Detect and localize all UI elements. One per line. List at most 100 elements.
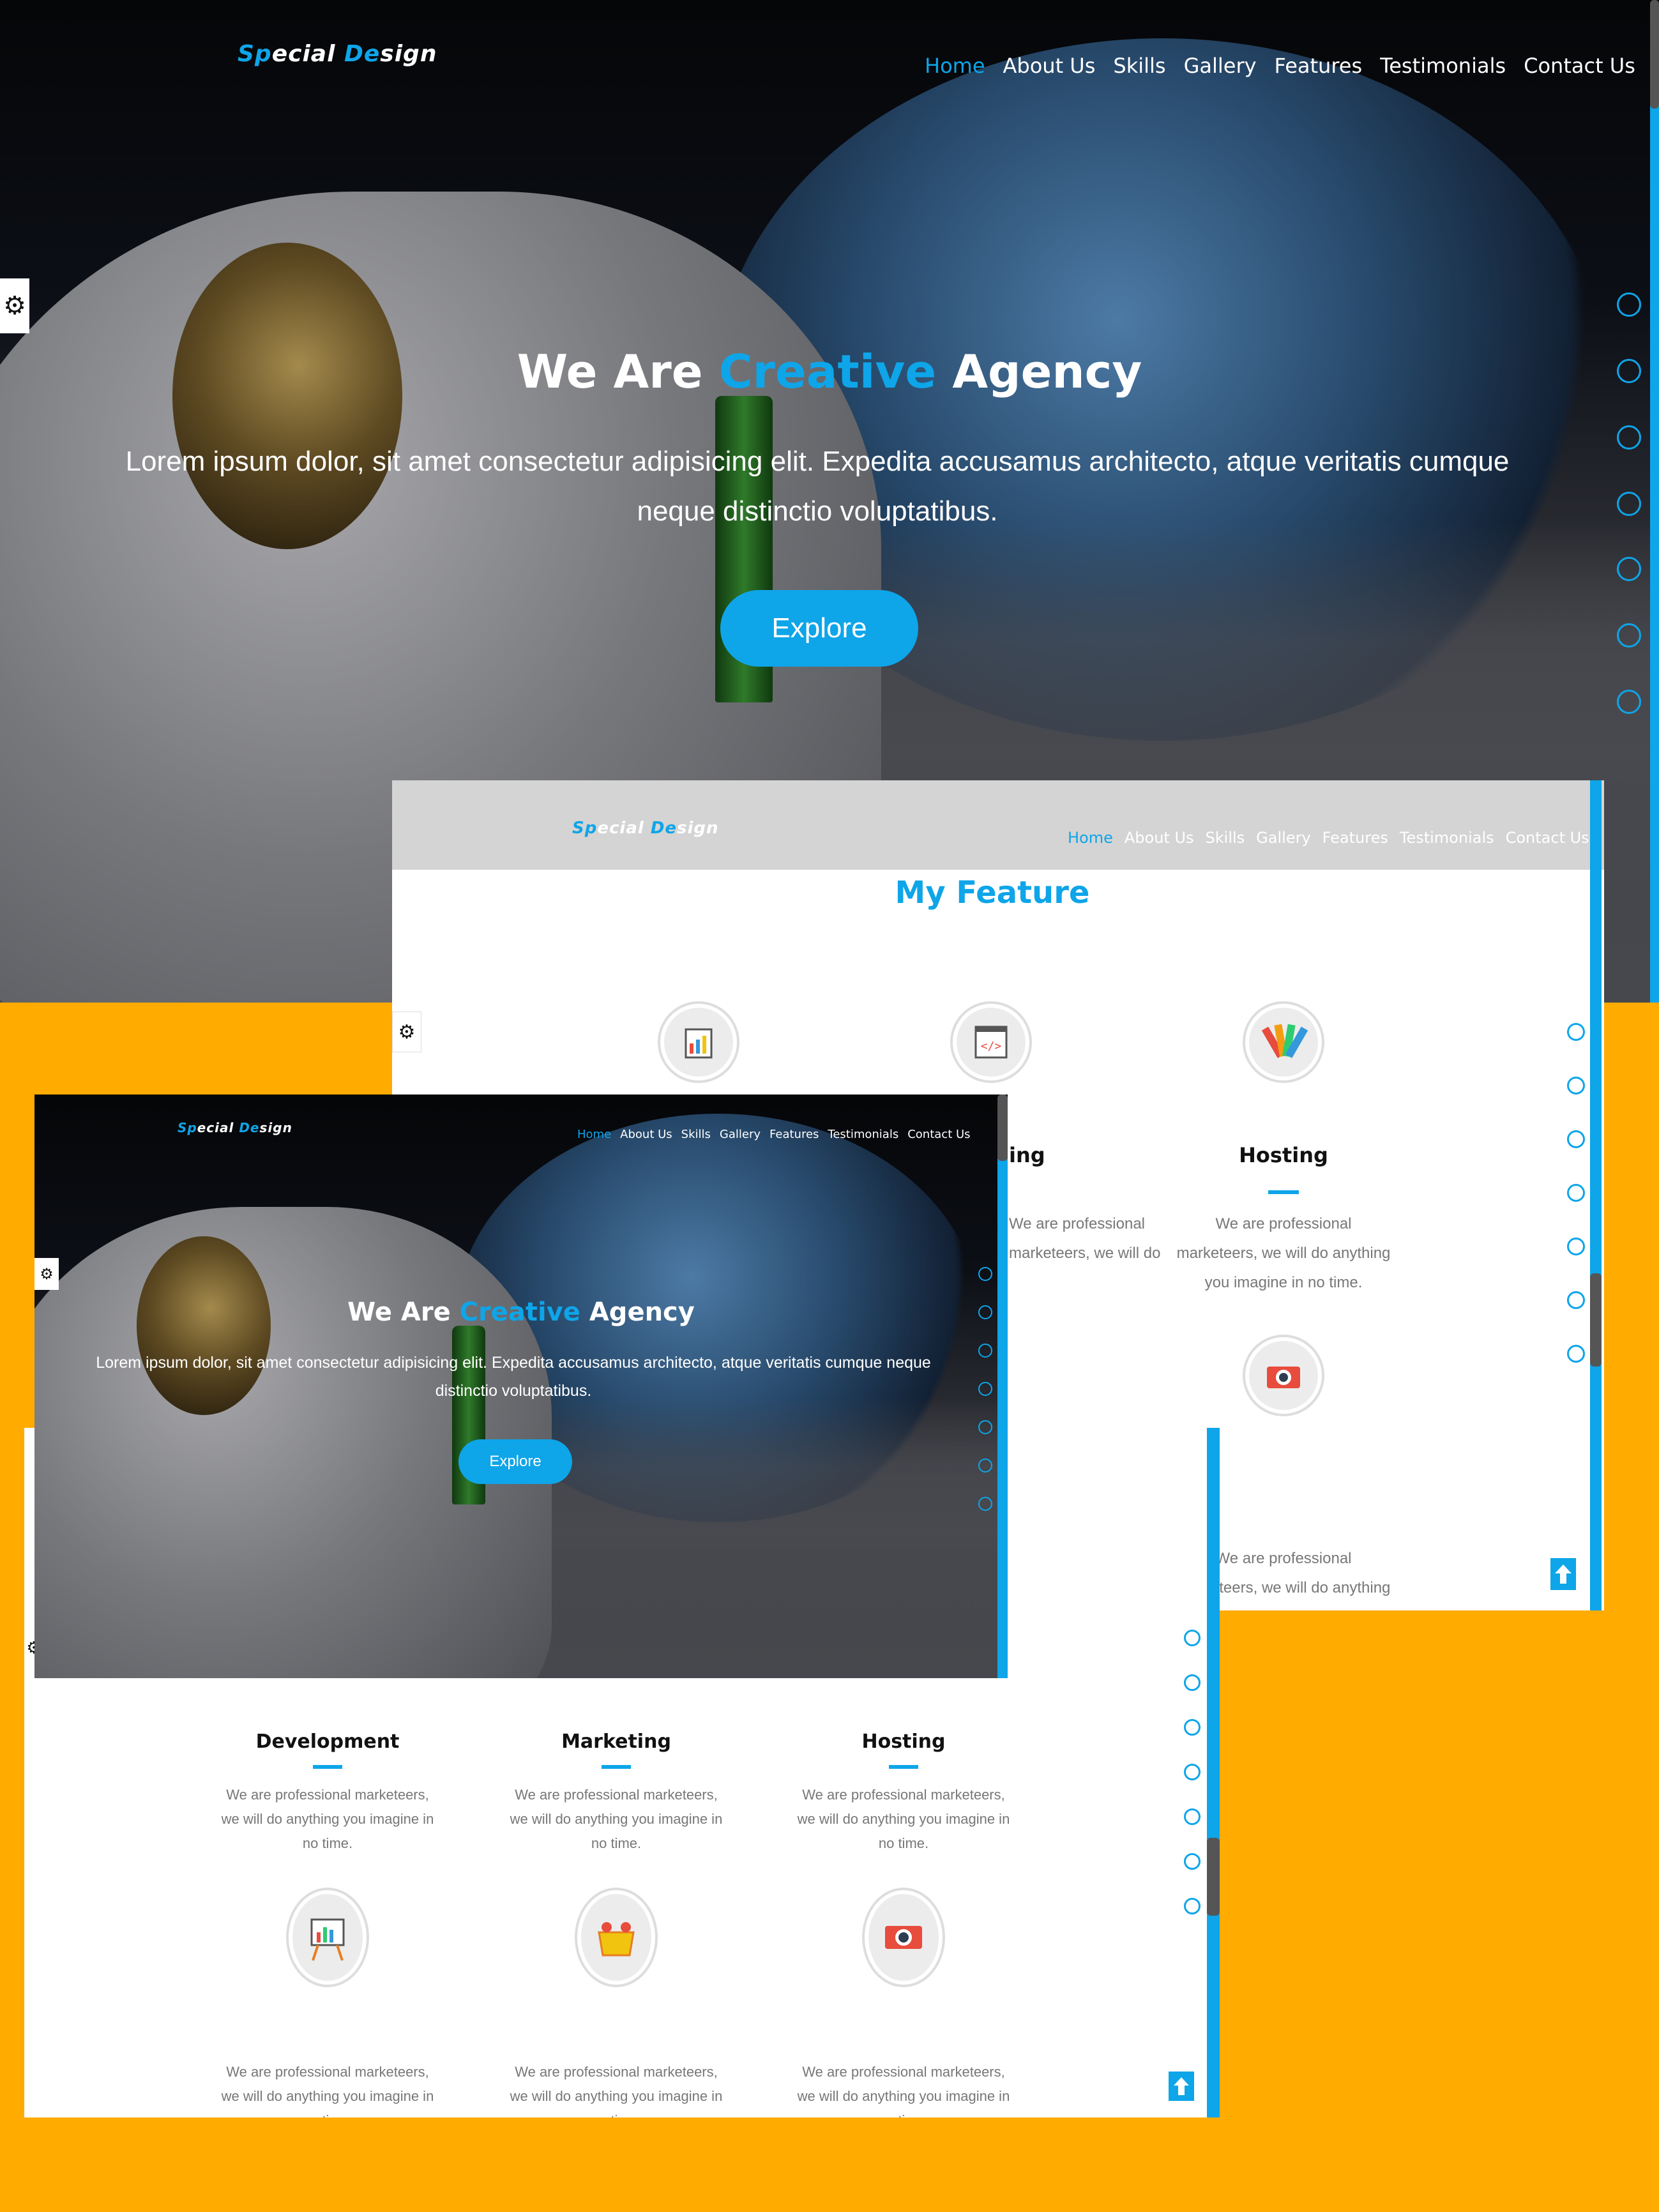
section-bullet-icon[interactable] (1617, 359, 1641, 383)
logo[interactable]: Special Design (178, 1120, 292, 1135)
scrollbar-thumb[interactable] (997, 1095, 1008, 1161)
feature-text: We are professional marketeers, we will … (221, 2064, 434, 2117)
hero-description: Lorem ipsum dolor, sit amet consectetur … (125, 446, 1510, 527)
scrollbar-thumb[interactable] (1650, 0, 1659, 109)
settings-gear-icon[interactable]: ⚙ (392, 1011, 421, 1052)
nav-features[interactable]: Features (1275, 54, 1363, 78)
nav-contact[interactable]: Contact Us (1524, 54, 1635, 78)
logo[interactable]: Special Design (572, 819, 719, 838)
settings-gear-icon[interactable]: ⚙ (0, 278, 29, 333)
section-bullet-icon[interactable] (1567, 1345, 1585, 1363)
section-bullet-icon[interactable] (978, 1305, 992, 1319)
logo-accent: Sp (178, 1120, 197, 1135)
hero-title-text: We Are (517, 345, 719, 398)
explore-button[interactable]: Explore (458, 1439, 572, 1484)
nav-gallery[interactable]: Gallery (720, 1128, 761, 1141)
feature-title-marketing: Marketing (561, 1731, 671, 1753)
nav-skills[interactable]: Skills (1206, 829, 1245, 847)
section-bullet-icon[interactable] (978, 1267, 992, 1281)
section-bullet-icon[interactable] (978, 1382, 992, 1396)
logo-accent: De (650, 819, 678, 838)
section-bullet-icon[interactable] (1184, 1853, 1201, 1870)
section-bullet-icon[interactable] (1184, 1764, 1201, 1780)
nav-testimonials[interactable]: Testimonials (1380, 54, 1506, 78)
feature-text: We are professional marketeers, we will … (1176, 1215, 1391, 1291)
section-bullet-icon[interactable] (1184, 1898, 1201, 1914)
logo-text: ecial (271, 41, 344, 67)
scroll-top-arrow-up-icon[interactable] (1550, 1558, 1576, 1590)
logo-accent: De (239, 1120, 260, 1135)
section-bullet-icon[interactable] (1184, 1808, 1201, 1825)
section-bullet-icon[interactable] (1617, 292, 1641, 317)
nav-contact[interactable]: Contact Us (1506, 829, 1589, 847)
logo-text: ecial (597, 819, 651, 838)
nav-skills[interactable]: Skills (1113, 54, 1165, 78)
nav-gallery[interactable]: Gallery (1256, 829, 1310, 847)
section-bullet-icon[interactable] (1567, 1291, 1585, 1309)
settings-gear-icon[interactable]: ⚙ (34, 1258, 59, 1290)
section-bullet-icon[interactable] (1567, 1238, 1585, 1255)
section-bullet-icon[interactable] (978, 1344, 992, 1358)
section-bullet-icon[interactable] (1184, 1630, 1201, 1646)
scroll-progress-bar (1207, 1428, 1220, 2117)
nav-contact[interactable]: Contact Us (907, 1128, 970, 1141)
nav-about[interactable]: About Us (1003, 54, 1096, 78)
section-bullet-icon[interactable] (1567, 1184, 1585, 1202)
nav-home[interactable]: Home (1068, 829, 1113, 847)
chart-board-icon (660, 1004, 737, 1080)
section-bullet-icon[interactable] (1567, 1023, 1585, 1041)
nav-home[interactable]: Home (577, 1128, 611, 1141)
nav-testimonials[interactable]: Testimonials (828, 1128, 898, 1141)
nav-about[interactable]: About Us (620, 1128, 672, 1141)
feature-text: We are professional marketeers, we will … (797, 2064, 1010, 2117)
color-palette-icon (1245, 1004, 1322, 1080)
scroll-progress-bar (1590, 780, 1602, 1610)
section-bullet-icon[interactable] (1617, 623, 1641, 648)
nav-features[interactable]: Features (1322, 829, 1388, 847)
logo-accent: Sp (572, 819, 598, 838)
scroll-top-arrow-up-icon[interactable] (1169, 2072, 1194, 2101)
shopping-basket-icon (577, 1890, 655, 1985)
main-nav: Home About Us Skills Gallery Features Te… (925, 54, 1635, 78)
scroll-progress-bar (1650, 96, 1659, 1003)
logo-text: sign (380, 41, 437, 67)
section-bullet-icon[interactable] (1617, 492, 1641, 516)
section-bullet-icon[interactable] (978, 1420, 992, 1434)
camera-icon (865, 1890, 943, 1985)
presentation-easel-icon (289, 1890, 367, 1985)
section-bullet-icon[interactable] (1184, 1719, 1201, 1736)
scrollbar-thumb[interactable] (1207, 1838, 1220, 1916)
explore-button[interactable]: Explore (720, 590, 918, 667)
nav-home[interactable]: Home (925, 54, 985, 78)
feature-title-hosting: Hosting (1239, 1143, 1328, 1167)
section-bullet-icon[interactable] (1567, 1130, 1585, 1148)
feature-text-partial: We are professional marketeers, we will … (1009, 1215, 1161, 1262)
section-bullet-icon[interactable] (1184, 1674, 1201, 1691)
logo[interactable]: Special Design (238, 41, 437, 67)
code-window-icon: </> (953, 1004, 1029, 1080)
section-bullet-icon[interactable] (1617, 557, 1641, 581)
feature-underline (1268, 1190, 1299, 1194)
hero-title: We Are Creative Agency (34, 1298, 1008, 1327)
nav-testimonials[interactable]: Testimonials (1400, 829, 1494, 847)
nav-features[interactable]: Features (769, 1128, 819, 1141)
feature-title-development: Development (255, 1731, 400, 1753)
feature-underline (889, 1765, 918, 1769)
section-bullet-icon[interactable] (1617, 690, 1641, 714)
nav-skills[interactable]: Skills (681, 1128, 711, 1141)
small-nav: Home About Us Skills Gallery Features Te… (577, 1128, 971, 1141)
hero-title-text: Agency (580, 1298, 695, 1327)
logo-text: ecial (197, 1120, 239, 1135)
svg-text:</>: </> (981, 1040, 1002, 1053)
hero-title: We Are Creative Agency (0, 345, 1659, 398)
section-bullet-icon[interactable] (978, 1497, 992, 1511)
section-bullet-icon[interactable] (978, 1458, 992, 1473)
nav-gallery[interactable]: Gallery (1184, 54, 1257, 78)
nav-about[interactable]: About Us (1125, 829, 1194, 847)
scroll-progress-bar (997, 1158, 1008, 1678)
section-bullet-icon[interactable] (1567, 1077, 1585, 1095)
section-bullet-icon[interactable] (1617, 425, 1641, 450)
feature-text: We are professional marketeers, we will … (797, 1787, 1010, 1851)
scrollbar-thumb[interactable] (1590, 1273, 1602, 1367)
logo-accent: Sp (238, 41, 272, 67)
